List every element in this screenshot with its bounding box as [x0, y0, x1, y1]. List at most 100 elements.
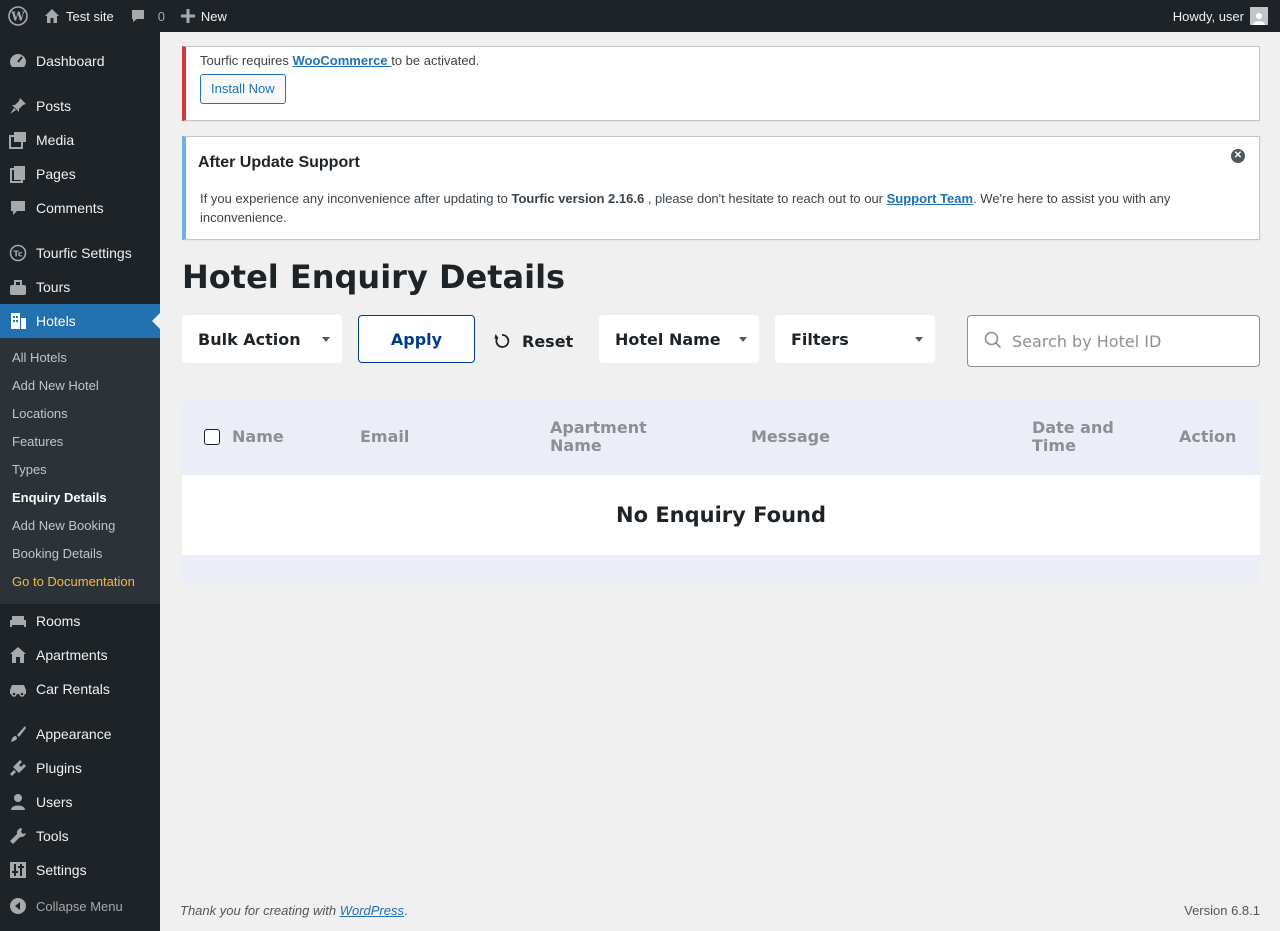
notice-text: , please don't hesitate to reach out to …: [644, 191, 887, 206]
home-icon: [44, 8, 60, 24]
submenu-add-new-booking[interactable]: Add New Booking: [0, 512, 160, 540]
notice-text: Tourfic requires: [200, 53, 293, 68]
hotel-name-select[interactable]: Hotel Name: [599, 315, 759, 363]
bulk-action-select[interactable]: Bulk Action: [182, 315, 342, 363]
sidebar-item-label: Users: [36, 794, 73, 810]
submenu-types[interactable]: Types: [0, 456, 160, 484]
sidebar-item-media[interactable]: Media: [0, 123, 160, 157]
svg-text:W: W: [10, 10, 25, 24]
media-icon: [8, 130, 28, 150]
submenu-features[interactable]: Features: [0, 428, 160, 456]
hotels-submenu: All Hotels Add New Hotel Locations Featu…: [0, 338, 160, 604]
pages-icon: [8, 164, 28, 184]
woocommerce-link[interactable]: WooCommerce: [292, 53, 391, 68]
tourfic-icon: Tc: [8, 243, 28, 263]
wordpress-link[interactable]: WordPress: [340, 903, 404, 918]
collapse-menu-button[interactable]: Collapse Menu: [0, 889, 160, 923]
sidebar-item-settings[interactable]: Settings: [0, 853, 160, 887]
submenu-enquiry-details[interactable]: Enquiry Details: [0, 484, 160, 512]
notice-body: If you experience any inconvenience afte…: [200, 189, 1245, 227]
tours-icon: [8, 277, 28, 297]
sidebar-item-tools[interactable]: Tools: [0, 819, 160, 853]
greeting: Howdy, user: [1172, 8, 1244, 24]
comments-count: 0: [157, 8, 165, 24]
sidebar-item-plugins[interactable]: Plugins: [0, 751, 160, 785]
new-content-link[interactable]: New: [173, 0, 235, 32]
sidebar-item-label: Rooms: [36, 613, 81, 629]
sidebar-item-label: Comments: [36, 200, 104, 216]
sidebar-item-dashboard[interactable]: Dashboard: [0, 44, 160, 78]
site-name-label: Test site: [66, 8, 114, 24]
notice-text: If you experience any inconvenience afte…: [200, 191, 512, 206]
sidebar-item-label: Dashboard: [36, 53, 105, 69]
apply-button[interactable]: Apply: [358, 315, 475, 363]
sidebar-item-users[interactable]: Users: [0, 785, 160, 819]
account-menu[interactable]: Howdy, user: [1165, 0, 1280, 32]
version-text: Tourfic version 2.16.6: [511, 191, 645, 206]
sidebar-item-tourfic-settings[interactable]: Tc Tourfic Settings: [0, 236, 160, 270]
svg-text:Tc: Tc: [13, 250, 22, 259]
sidebar-item-posts[interactable]: Posts: [0, 89, 160, 123]
new-label: New: [200, 8, 227, 24]
sidebar-item-label: Tours: [36, 279, 71, 295]
sidebar-item-hotels[interactable]: Hotels: [0, 304, 160, 338]
chevron-down-icon: [739, 337, 747, 342]
pin-icon: [8, 96, 28, 116]
search-input[interactable]: [1012, 331, 1242, 351]
woocommerce-notice-text: Tourfic requires WooCommerce to be activ…: [200, 53, 1245, 69]
main-content: Tourfic requires WooCommerce to be activ…: [182, 46, 1260, 584]
collapse-icon: [8, 896, 28, 916]
chevron-down-icon: [322, 337, 330, 342]
update-support-notice: After Update Support If you experience a…: [182, 136, 1260, 240]
home-icon: [8, 645, 28, 665]
hotel-icon: [8, 311, 28, 331]
sidebar-item-label: Pages: [36, 166, 76, 182]
wordpress-logo-icon[interactable]: W: [0, 0, 36, 32]
submenu-add-new-hotel[interactable]: Add New Hotel: [0, 372, 160, 400]
column-header-name: Name: [232, 426, 284, 446]
column-header-email: Email: [360, 426, 410, 446]
footer: Thank you for creating with WordPress. V…: [180, 903, 1260, 918]
site-name-link[interactable]: Test site: [36, 0, 122, 32]
sidebar-item-label: Settings: [36, 862, 87, 878]
submenu-booking-details[interactable]: Booking Details: [0, 540, 160, 568]
column-header-date-time: Date and Time: [1032, 417, 1114, 455]
column-header-action: Action: [1179, 426, 1237, 446]
search-icon: [984, 331, 1002, 352]
comments-link[interactable]: 0: [122, 0, 173, 32]
sidebar-item-tours[interactable]: Tours: [0, 270, 160, 304]
submenu-all-hotels[interactable]: All Hotels: [0, 344, 160, 372]
notice-text: to be activated.: [391, 53, 480, 68]
install-now-button[interactable]: Install Now: [200, 74, 286, 104]
hotel-id-search[interactable]: [967, 315, 1260, 367]
user-icon: [8, 792, 28, 812]
footer-thanks: Thank you for creating with WordPress.: [180, 903, 408, 918]
sidebar-item-pages[interactable]: Pages: [0, 157, 160, 191]
reset-label: Reset: [522, 331, 574, 351]
dismiss-close-icon[interactable]: ✕: [1231, 149, 1245, 163]
sidebar-item-apartments[interactable]: Apartments: [0, 638, 160, 672]
bulk-action-label: Bulk Action: [198, 329, 301, 349]
plus-icon: [180, 9, 195, 23]
comment-icon: [8, 198, 28, 218]
sidebar-item-rooms[interactable]: Rooms: [0, 604, 160, 638]
bed-icon: [8, 611, 28, 631]
sidebar-item-label: Appearance: [36, 726, 112, 742]
support-team-link[interactable]: Support Team: [887, 191, 973, 206]
sidebar-item-car-rentals[interactable]: Car Rentals: [0, 672, 160, 706]
admin-bar: W Test site 0 New Howdy, user: [0, 0, 1280, 32]
submenu-locations[interactable]: Locations: [0, 400, 160, 428]
reset-button[interactable]: Reset: [492, 315, 573, 367]
sidebar-item-label: Plugins: [36, 760, 82, 776]
submenu-documentation[interactable]: Go to Documentation: [0, 568, 160, 596]
select-all-checkbox[interactable]: [204, 429, 220, 445]
plug-icon: [8, 758, 28, 778]
sidebar-item-appearance[interactable]: Appearance: [0, 717, 160, 751]
table-header: Name Email Apartment Name Message Date a…: [182, 398, 1260, 475]
hotel-name-label: Hotel Name: [615, 329, 721, 349]
filters-select[interactable]: Filters: [775, 315, 935, 363]
dashboard-icon: [8, 51, 28, 71]
footer-text: Thank you for creating with: [180, 903, 340, 918]
sidebar-item-comments[interactable]: Comments: [0, 191, 160, 225]
sidebar-item-label: Tourfic Settings: [36, 245, 132, 261]
